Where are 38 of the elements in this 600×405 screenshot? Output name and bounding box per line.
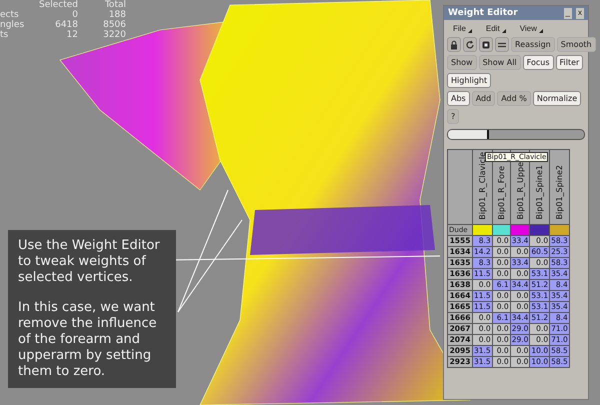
stats-value: 3220 bbox=[102, 30, 126, 40]
stats-value: 0 bbox=[71, 10, 78, 20]
stats-value: 6418 bbox=[54, 20, 78, 30]
toggle-button[interactable]: Focus bbox=[522, 55, 554, 70]
stats-value: 8506 bbox=[102, 20, 126, 30]
menu-item[interactable]: View bbox=[514, 23, 549, 34]
stats-value: 188 bbox=[108, 10, 126, 20]
toggle-button[interactable]: Abs bbox=[447, 91, 470, 106]
stats-label: ngles bbox=[0, 20, 26, 30]
toggle-button[interactable]: Add bbox=[472, 91, 496, 106]
slider-track[interactable] bbox=[447, 129, 585, 140]
action-button[interactable]: Reassign bbox=[511, 37, 555, 52]
refresh-icon[interactable] bbox=[463, 37, 477, 52]
stats-header: Selected bbox=[38, 0, 78, 10]
window-title: Weight Editor bbox=[448, 8, 519, 18]
menu-item[interactable]: Edit bbox=[480, 23, 512, 34]
toggle-button[interactable]: Filter bbox=[556, 55, 584, 70]
toggle-button[interactable]: Add % bbox=[497, 91, 531, 106]
minimize-button[interactable]: _ bbox=[564, 8, 572, 18]
caret-icon bbox=[502, 29, 506, 33]
callout-text: In this case, we want remove the influence of the forearm and upperarm by setting them to zero. bbox=[18, 300, 158, 380]
callout-text: Use the Weight Editor to tweak weights of selected vertices. bbox=[18, 238, 161, 286]
stats-header: Total bbox=[104, 0, 126, 10]
close-button[interactable]: x bbox=[576, 8, 584, 18]
toggle-button[interactable]: Normalize bbox=[532, 91, 582, 106]
lock-icon[interactable] bbox=[447, 37, 461, 52]
toggle-button[interactable]: Highlight bbox=[447, 73, 492, 88]
column-header[interactable]: Bip01_Spine2 bbox=[550, 150, 570, 224]
menu-item[interactable]: File bbox=[447, 23, 478, 34]
help-button[interactable]: ? bbox=[447, 109, 460, 124]
stats-value: 12 bbox=[66, 30, 78, 40]
toggle-button[interactable]: Show All bbox=[478, 55, 521, 70]
stats-label: ects bbox=[0, 10, 20, 20]
caret-icon bbox=[538, 29, 543, 33]
stats-label: ts bbox=[0, 30, 10, 40]
caret-icon bbox=[468, 29, 472, 33]
toggle-button[interactable]: Show bbox=[447, 55, 477, 70]
action-button[interactable]: Smooth bbox=[556, 37, 596, 52]
